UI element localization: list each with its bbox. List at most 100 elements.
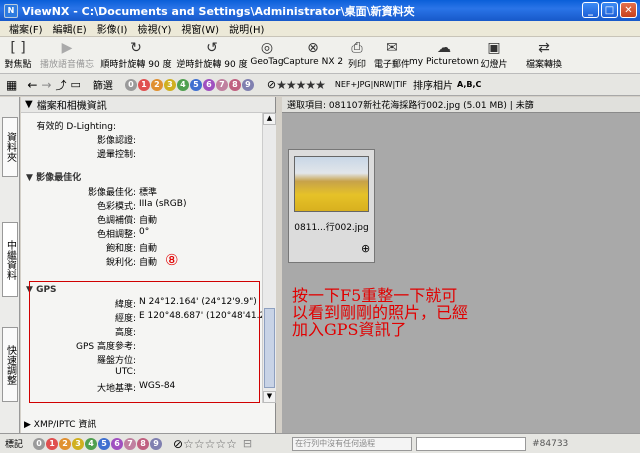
label-0[interactable]: 0 [33,437,46,450]
tab-folders[interactable]: 資料夾 [2,117,18,177]
label-filter-9[interactable]: 9 [241,78,254,91]
section-image-optimization[interactable]: ▼ 影像最佳化 [26,170,81,183]
label-filter-2[interactable]: 2 [150,78,163,91]
focus-point-button[interactable]: [ ] 對焦點 [0,37,36,73]
label-filter-0[interactable]: 0 [124,78,137,91]
row-label: 影像最佳化: [87,188,136,198]
capture-nx-button[interactable]: ⊗ Capture NX 2 [283,37,343,73]
label-1[interactable]: 1 [46,437,59,450]
print-button[interactable]: ⎙ 列印 [342,37,372,73]
thumbnail-filename: 0811...行002.jpg [294,223,369,233]
secondary-toolbar: ▦ ← → ⤴ ▭ 篩選 0 1 2 3 4 5 6 7 8 9 ⊘ ★★★★★… [0,74,640,96]
grid-view-icon[interactable]: ▦ [6,78,17,92]
back-arrow-icon[interactable]: ← [27,78,37,92]
folder-icon[interactable]: ▭ [70,78,80,91]
label-filter-5[interactable]: 5 [189,78,202,91]
menu-bar: 檔案(F) 編輯(E) 影像(I) 檢視(Y) 視窗(W) 說明(H) [0,21,640,37]
side-tabs: 資料夾 中繼資料 快速調整 [0,97,20,433]
print-icon: ⎙ [351,40,363,56]
section-title: 影像最佳化 [36,173,82,183]
menu-image[interactable]: 影像(I) [92,21,133,36]
label-filter-3[interactable]: 3 [163,78,176,91]
convert-button[interactable]: ⇄ 檔案轉換 [518,37,570,73]
up-folder-icon[interactable]: ⤴ [55,77,66,93]
menu-help[interactable]: 說明(H) [224,21,269,36]
tutorial-annotation: 按一下F5重整一下就可以看到剛剛的照片，已經加入GPS資訊了 [292,286,469,339]
picturetown-button[interactable]: ☁ my Picturetown [409,37,479,73]
thumbnail-panel: 選取項目: 081107新社花海採路行002.jpg (5.01 MB) | 未… [282,97,640,433]
thumbnail-image[interactable] [294,156,369,212]
search-input[interactable] [416,436,527,451]
email-button[interactable]: ✉ 電子郵件 [372,37,412,73]
window-title: ViewNX - C:\Documents and Settings\Admin… [22,4,415,18]
row-value: 0° [139,227,150,237]
rotate-ccw-button[interactable]: ↺ 逆時針旋轉 90 度 [174,37,250,73]
label-2[interactable]: 2 [59,437,72,450]
label-5[interactable]: 5 [98,437,111,450]
row-value: 自動 [139,216,158,226]
menu-window[interactable]: 視窗(W) [176,21,224,36]
menu-view[interactable]: 檢視(Y) [132,21,176,36]
sort-photos-button[interactable]: 排序相片 [413,77,453,92]
play-voice-memo-button[interactable]: ▶ 播放語音備忘 [36,37,98,73]
maximize-button[interactable]: □ [601,2,618,18]
menu-file[interactable]: 檔案(F) [4,21,48,36]
panel-header: ▼ 檔案和相機資訊 [21,97,275,113]
row-label: 邊暈控制: [96,150,136,160]
main-toolbar: [ ] 對焦點 ▶ 播放語音備忘 ↻ 順時針旋轉 90 度 ↺ 逆時針旋轉 90 度 ◎… [0,37,640,74]
format-filter[interactable]: NEF+JPG|NRW|TIF [335,80,407,89]
scroll-down-icon[interactable]: ▼ [263,391,276,403]
menu-edit[interactable]: 編輯(E) [48,21,92,36]
scroll-up-icon[interactable]: ▲ [263,113,276,125]
label-8[interactable]: 8 [137,437,150,450]
minimize-button[interactable]: _ [582,2,599,18]
panel-header-title: 檔案和相機資訊 [36,101,107,112]
rating-filter-stars[interactable]: ★★★★★ [276,78,326,92]
no-rating-icon[interactable]: ⊘ [267,78,276,91]
row-label: 影像認證: [96,136,136,146]
label-filter-7[interactable]: 7 [215,78,228,91]
play-memo-icon: ▶ [61,40,73,56]
label-filter-1[interactable]: 1 [137,78,150,91]
collapse-icon[interactable]: ▼ [25,99,33,110]
label-6[interactable]: 6 [111,437,124,450]
lock-icon[interactable]: ⊟ [243,437,252,450]
globe-icon: ◎ [260,40,274,56]
scroll-thumb[interactable] [264,308,275,388]
thumbnail-card[interactable]: 0811...行002.jpg ⊕ [288,149,375,263]
selection-status-text: 選取項目: 081107新社花海採路行002.jpg (5.01 MB) | 未… [287,101,534,111]
row-label: 飽和度: [105,244,136,254]
label-filter-4[interactable]: 4 [176,78,189,91]
slideshow-button[interactable]: ▣ 幻燈片 [476,37,512,73]
geotag-button[interactable]: ◎ GeoTag [250,37,284,73]
tab-metadata[interactable]: 中繼資料 [2,222,18,297]
row-label: 銳利化: [105,258,136,268]
row-value: 自動 [139,258,158,268]
label-filter-group: 0 1 2 3 4 5 6 7 8 9 [124,78,255,91]
label-filter-8[interactable]: 8 [228,78,241,91]
metadata-scrollbar[interactable]: ▲ ▼ [262,113,276,403]
row-value: 標準 [139,188,158,198]
label-set-group: 0 1 2 3 4 5 6 7 8 9 [33,437,163,450]
label-filter-6[interactable]: 6 [202,78,215,91]
process-dropdown[interactable]: 在行列中沒有任何過程 [292,436,413,451]
no-rating-icon[interactable]: ⊘ [173,437,183,451]
label-9[interactable]: 9 [150,437,163,450]
rotate-cw-button[interactable]: ↻ 順時針旋轉 90 度 [98,37,174,73]
section-xmp-iptc[interactable]: ▶ XMP/IPTC 資訊 [24,417,96,430]
close-button[interactable]: ✕ [620,2,637,18]
capture-nx-icon: ⊗ [307,40,319,56]
row-value: 自動 [139,244,158,254]
rating-stars[interactable]: ☆☆☆☆☆ [183,437,237,451]
bottom-bar: 標記 0 1 2 3 4 5 6 7 8 9 ⊘ ☆☆☆☆☆ ⊟ 在行列中沒有任… [0,433,640,453]
image-id: #84733 [532,438,569,449]
label-3[interactable]: 3 [72,437,85,450]
label-4[interactable]: 4 [85,437,98,450]
picturetown-icon: ☁ [437,40,451,56]
tab-quick-adjust[interactable]: 快速調整 [2,327,18,402]
row-label: 色彩模式: [96,202,136,212]
sort-abc-icon[interactable]: A,B,C [457,80,481,89]
forward-arrow-icon[interactable]: → [41,78,51,92]
row-label: 有效的 D-Lighting: [36,122,116,132]
label-7[interactable]: 7 [124,437,137,450]
